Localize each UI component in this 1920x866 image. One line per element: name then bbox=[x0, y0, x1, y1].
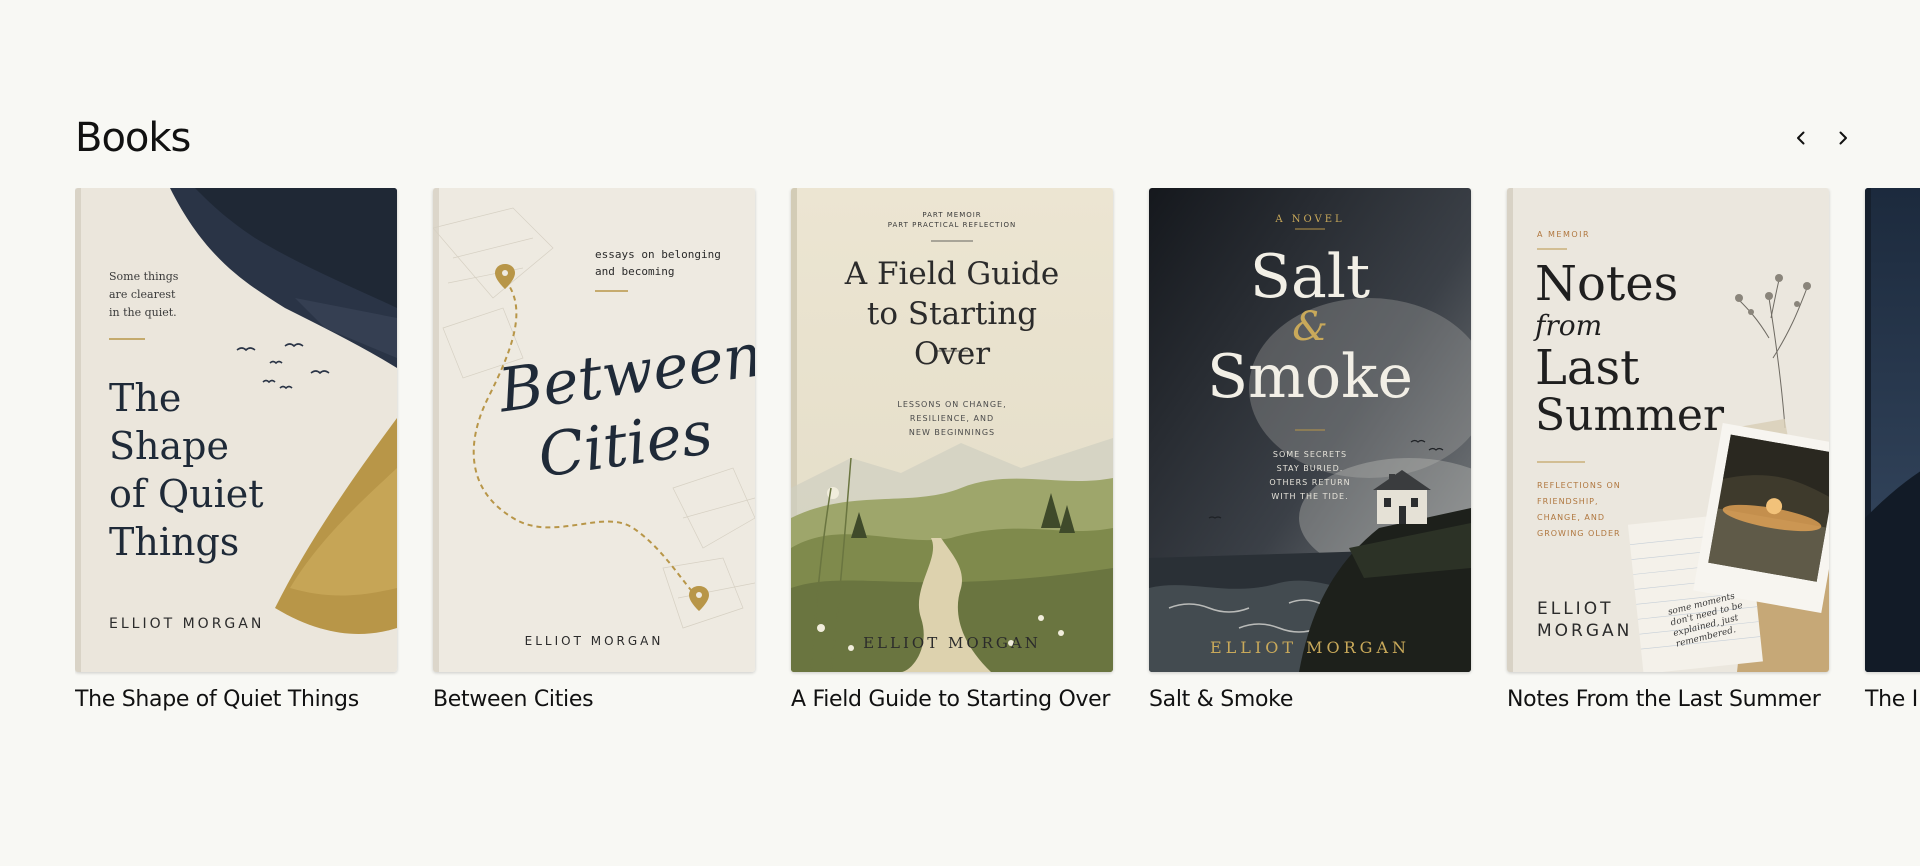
previous-button[interactable] bbox=[1787, 124, 1815, 152]
book-cover[interactable] bbox=[1865, 188, 1920, 672]
cover-tagline-line: essays on belonging bbox=[595, 248, 721, 261]
book-cover[interactable]: essays on belonging and becoming Between… bbox=[433, 188, 755, 672]
cover-title-line: Summer bbox=[1535, 390, 1724, 441]
cover-tagline-line: and becoming bbox=[595, 265, 675, 278]
book-card[interactable]: A MEMOIR Notes from Last Summer REFLECTI… bbox=[1507, 188, 1829, 716]
book-cover[interactable]: Some things are clearest in the quiet. T… bbox=[75, 188, 397, 672]
cover-title-line: Things bbox=[109, 520, 240, 564]
cover-title: A Field Guide to Starting Over bbox=[791, 254, 1113, 374]
cover-subtitle-line: REFLECTIONS ON bbox=[1537, 481, 1621, 490]
cover-author: ELLIOT MORGAN bbox=[1537, 598, 1632, 642]
book-cover-art bbox=[1865, 188, 1920, 672]
book-card[interactable]: PART MEMOIR PART PRACTICAL REFLECTION A … bbox=[791, 188, 1113, 716]
cover-tagline-line: OTHERS RETURN bbox=[1269, 478, 1351, 487]
cover-tagline-line: STAY BURIED. bbox=[1276, 464, 1344, 473]
cover-title-line: Shape bbox=[109, 424, 229, 468]
book-title[interactable]: Notes From the Last Summer bbox=[1507, 684, 1829, 716]
section-title: Books bbox=[75, 115, 191, 161]
book-card[interactable]: essays on belonging and becoming Between… bbox=[433, 188, 755, 716]
book-title[interactable]: The Shape of Quiet Things bbox=[75, 684, 397, 716]
cover-title-line: Smoke bbox=[1207, 342, 1413, 412]
cover-tagline: essays on belonging and becoming bbox=[595, 246, 721, 280]
book-cover[interactable]: A MEMOIR Notes from Last Summer REFLECTI… bbox=[1507, 188, 1829, 672]
cover-kicker-line: PART MEMOIR bbox=[922, 211, 982, 219]
cover-title-line: A Field Guide bbox=[844, 256, 1060, 292]
cover-title-line: Salt bbox=[1249, 242, 1371, 312]
book-title[interactable]: Between Cities bbox=[433, 684, 755, 716]
cover-kicker: A NOVEL bbox=[1275, 214, 1345, 225]
cover-title-line: Notes bbox=[1535, 256, 1679, 312]
book-title[interactable]: Salt & Smoke bbox=[1149, 684, 1471, 716]
chevron-right-icon bbox=[1839, 131, 1847, 145]
cover-title-line: of Quiet bbox=[109, 472, 264, 516]
cover-author-line: MORGAN bbox=[1537, 621, 1633, 641]
book-title[interactable]: The I bbox=[1865, 684, 1920, 716]
cover-author-line: ELLIOT bbox=[1537, 599, 1614, 619]
cover-author: ELLIOT MORGAN bbox=[524, 634, 664, 648]
cover-kicker-line: PART PRACTICAL REFLECTION bbox=[887, 221, 1017, 229]
cover-kicker: A MEMOIR bbox=[1537, 230, 1591, 239]
cover-title: Salt & Smoke bbox=[1149, 246, 1471, 408]
book-cover[interactable]: PART MEMOIR PART PRACTICAL REFLECTION A … bbox=[791, 188, 1113, 672]
section-header: Books bbox=[75, 110, 1847, 166]
cover-subtitle-line: NEW BEGINNINGS bbox=[908, 428, 996, 437]
cover-title-line: Over bbox=[913, 336, 991, 372]
cover-title-line: from bbox=[1535, 309, 1603, 342]
cover-kicker: PART MEMOIR PART PRACTICAL REFLECTION bbox=[791, 210, 1113, 230]
cover-subtitle: LESSONS ON CHANGE, RESILIENCE, AND NEW B… bbox=[791, 398, 1113, 440]
next-button[interactable] bbox=[1829, 124, 1857, 152]
cover-tagline-line: SOME SECRETS bbox=[1272, 450, 1348, 459]
book-card[interactable]: Some things are clearest in the quiet. T… bbox=[75, 188, 397, 716]
book-title[interactable]: A Field Guide to Starting Over bbox=[791, 684, 1113, 716]
cover-tagline-line: are clearest bbox=[109, 288, 176, 301]
cover-author: ELLIOT MORGAN bbox=[1209, 638, 1410, 657]
cover-subtitle-line: GROWING OLDER bbox=[1537, 529, 1621, 538]
book-cover[interactable]: A NOVEL Salt & Smoke SOME SECRETS STAY B… bbox=[1149, 188, 1471, 672]
cover-tagline: Some things are clearest in the quiet. bbox=[109, 268, 178, 322]
cover-author: ELLIOT MORGAN bbox=[863, 634, 1041, 652]
cover-tagline-line: WITH THE TIDE. bbox=[1271, 492, 1349, 501]
cover-title-line: to Starting bbox=[866, 296, 1038, 332]
cover-title-line: & bbox=[1292, 304, 1328, 350]
cover-title: The Shape of Quiet Things bbox=[109, 374, 264, 566]
cover-title-line: Last bbox=[1535, 340, 1640, 396]
carousel-nav bbox=[1787, 124, 1857, 152]
books-carousel[interactable]: Some things are clearest in the quiet. T… bbox=[75, 188, 1920, 788]
cover-author: ELLIOT MORGAN bbox=[109, 616, 265, 632]
cover-subtitle-line: LESSONS ON CHANGE, bbox=[897, 400, 1007, 409]
cover-subtitle-line: RESILIENCE, AND bbox=[909, 414, 995, 423]
cover-subtitle-line: FRIENDSHIP, bbox=[1537, 497, 1599, 506]
cover-tagline-line: in the quiet. bbox=[109, 306, 177, 319]
cover-tagline: SOME SECRETS STAY BURIED. OTHERS RETURN … bbox=[1149, 448, 1471, 504]
carousel-track: Some things are clearest in the quiet. T… bbox=[75, 188, 1920, 716]
chevron-left-icon bbox=[1797, 131, 1805, 145]
cover-tagline-line: Some things bbox=[109, 270, 179, 283]
cover-title: Notes from Last Summer bbox=[1535, 260, 1724, 440]
book-card[interactable]: A NOVEL Salt & Smoke SOME SECRETS STAY B… bbox=[1149, 188, 1471, 716]
book-card[interactable]: The I bbox=[1865, 188, 1920, 716]
cover-title-line: The bbox=[109, 376, 182, 420]
cover-subtitle-line: CHANGE, AND bbox=[1537, 513, 1606, 522]
cover-subtitle: REFLECTIONS ON FRIENDSHIP, CHANGE, AND G… bbox=[1537, 478, 1621, 542]
